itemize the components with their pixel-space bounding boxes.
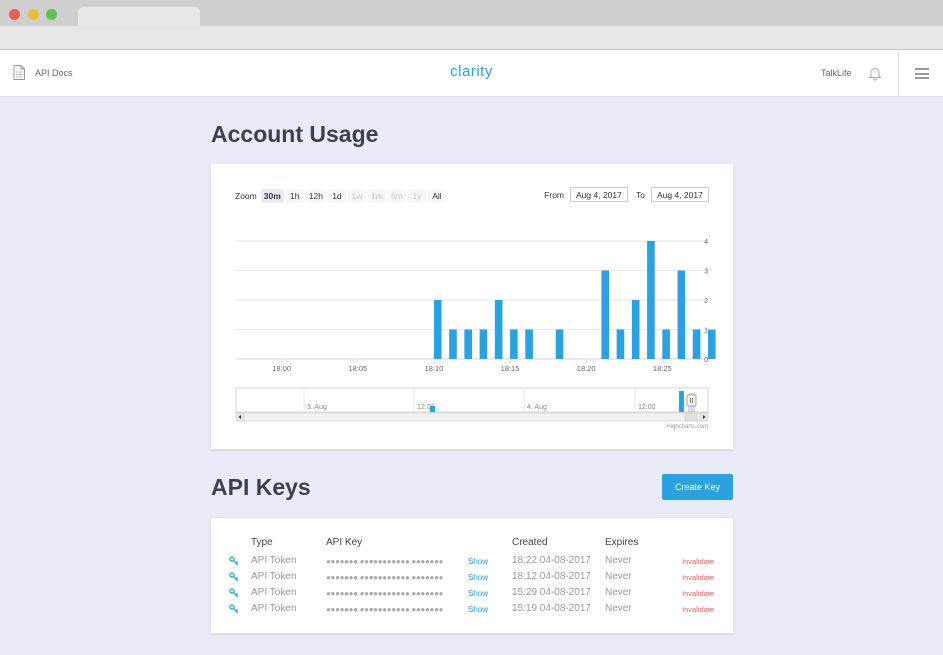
y-tick-label: 3 bbox=[704, 269, 708, 276]
expires-value: Never bbox=[605, 587, 632, 598]
chart-bar bbox=[479, 329, 488, 359]
chart-bar bbox=[464, 329, 472, 359]
x-tick-label: 18:00 bbox=[272, 364, 291, 373]
navigator-bar bbox=[679, 391, 684, 412]
show-key-link[interactable]: Show bbox=[468, 589, 488, 598]
invalidate-key-link[interactable]: Invalidate bbox=[682, 605, 714, 614]
account-usage-title: Account Usage bbox=[211, 121, 379, 147]
chart-bar bbox=[494, 300, 503, 359]
show-key-link[interactable]: Show bbox=[468, 605, 488, 614]
created-date: 15:19 04-08-2017 bbox=[512, 603, 591, 614]
created-date: 18:22 04-08-2017 bbox=[512, 555, 591, 566]
chart-bar bbox=[708, 329, 716, 359]
navigator-handle bbox=[686, 394, 697, 407]
masked-api-key: ●●●●●●●.●●●●●●●●●●●.●●●●●●● bbox=[326, 589, 444, 598]
chart-bar bbox=[525, 329, 533, 359]
key-icon bbox=[229, 604, 239, 614]
expires-value: Never bbox=[605, 571, 632, 582]
api-keys-title: API Keys bbox=[211, 474, 311, 500]
key-type: API Token bbox=[251, 571, 297, 582]
navigator-bar bbox=[430, 406, 435, 412]
chart-bar bbox=[662, 329, 670, 359]
column-header-api-key: API Key bbox=[326, 537, 363, 548]
y-tick-label: 0 bbox=[704, 357, 708, 364]
created-date: 18:12 04-08-2017 bbox=[512, 571, 591, 582]
masked-api-key: ●●●●●●●.●●●●●●●●●●●.●●●●●●● bbox=[326, 605, 444, 614]
created-date: 15:29 04-08-2017 bbox=[512, 587, 591, 598]
expires-value: Never bbox=[605, 603, 632, 614]
scrollbar-track bbox=[235, 412, 709, 422]
y-tick-label: 2 bbox=[704, 298, 708, 305]
key-type: API Token bbox=[251, 587, 297, 598]
expires-value: Never bbox=[605, 555, 632, 566]
show-key-link[interactable]: Show bbox=[468, 557, 488, 566]
key-type: API Token bbox=[251, 603, 297, 614]
close-window-button[interactable] bbox=[9, 9, 20, 20]
x-tick-label: 18:10 bbox=[425, 364, 444, 373]
invalidate-key-link[interactable]: Invalidate bbox=[682, 557, 714, 566]
usage-chart-card: Zoom 30m 1h 12h 1d 1w 1m 6m 1y All From … bbox=[211, 164, 733, 449]
invalidate-key-link[interactable]: Invalidate bbox=[682, 589, 714, 598]
masked-api-key: ●●●●●●●.●●●●●●●●●●●.●●●●●●● bbox=[326, 557, 444, 566]
key-icon bbox=[229, 588, 239, 598]
y-tick-label: 1 bbox=[704, 328, 708, 335]
chart-bar bbox=[601, 270, 610, 359]
minimize-window-button[interactable] bbox=[28, 9, 39, 20]
table-row: API Token ●●●●●●●.●●●●●●●●●●●.●●●●●●● Sh… bbox=[211, 601, 733, 617]
x-tick-label: 18:05 bbox=[348, 364, 367, 373]
create-key-button[interactable]: Create Key bbox=[662, 474, 733, 500]
chart-bar bbox=[677, 270, 686, 359]
chart-bar bbox=[692, 329, 701, 359]
usage-chart: 0 1 2 3 4 18:00 18:05 18:10 18:15 18:20 18:25 3. Au… bbox=[235, 239, 716, 430]
table-row: API Token ●●●●●●●.●●●●●●●●●●●.●●●●●●● Sh… bbox=[211, 553, 733, 569]
chart-bar bbox=[631, 300, 640, 359]
chart-bar bbox=[616, 329, 625, 359]
navigator-label: 3. Aug bbox=[307, 404, 327, 411]
chart-bar bbox=[449, 329, 457, 359]
show-key-link[interactable]: Show bbox=[468, 573, 488, 582]
api-keys-card: Type API Key Created Expires API Token ●… bbox=[211, 518, 733, 633]
browser-tab[interactable] bbox=[78, 7, 200, 26]
bell-icon[interactable] bbox=[868, 66, 882, 81]
key-type: API Token bbox=[251, 555, 297, 566]
invalidate-key-link[interactable]: Invalidate bbox=[682, 573, 714, 582]
chart-bar bbox=[510, 329, 518, 359]
app-header: API Docs clarity TalkLife bbox=[0, 50, 943, 97]
key-icon bbox=[229, 572, 239, 582]
account-name[interactable]: TalkLife bbox=[821, 68, 852, 78]
table-row: API Token ●●●●●●●.●●●●●●●●●●●.●●●●●●● Sh… bbox=[211, 569, 733, 585]
y-tick-label: 4 bbox=[704, 239, 708, 246]
browser-toolbar bbox=[0, 26, 943, 50]
x-tick-label: 18:25 bbox=[653, 364, 672, 373]
key-icon bbox=[229, 556, 239, 566]
maximize-window-button[interactable] bbox=[46, 9, 57, 20]
masked-api-key: ●●●●●●●.●●●●●●●●●●●.●●●●●●● bbox=[326, 573, 444, 582]
table-row: API Token ●●●●●●●.●●●●●●●●●●●.●●●●●●● Sh… bbox=[211, 585, 733, 601]
chart-bar bbox=[555, 329, 564, 359]
header-divider bbox=[898, 50, 899, 97]
chart-bar bbox=[647, 241, 655, 359]
browser-chrome bbox=[0, 0, 943, 50]
clarity-logo[interactable]: clarity bbox=[0, 63, 943, 80]
column-header-type: Type bbox=[251, 537, 273, 548]
column-header-expires: Expires bbox=[605, 537, 639, 548]
hamburger-menu-icon[interactable] bbox=[915, 68, 929, 79]
chart-bar bbox=[433, 300, 442, 359]
navigator-label: 4. Aug bbox=[527, 404, 547, 411]
scrollbar-thumb bbox=[684, 412, 698, 422]
navigator-label: 12:00 bbox=[638, 404, 656, 411]
x-tick-label: 18:20 bbox=[577, 364, 596, 373]
column-header-created: Created bbox=[512, 537, 548, 548]
x-tick-label: 18:15 bbox=[501, 364, 520, 373]
credits-label: Highcharts.com bbox=[666, 424, 708, 430]
